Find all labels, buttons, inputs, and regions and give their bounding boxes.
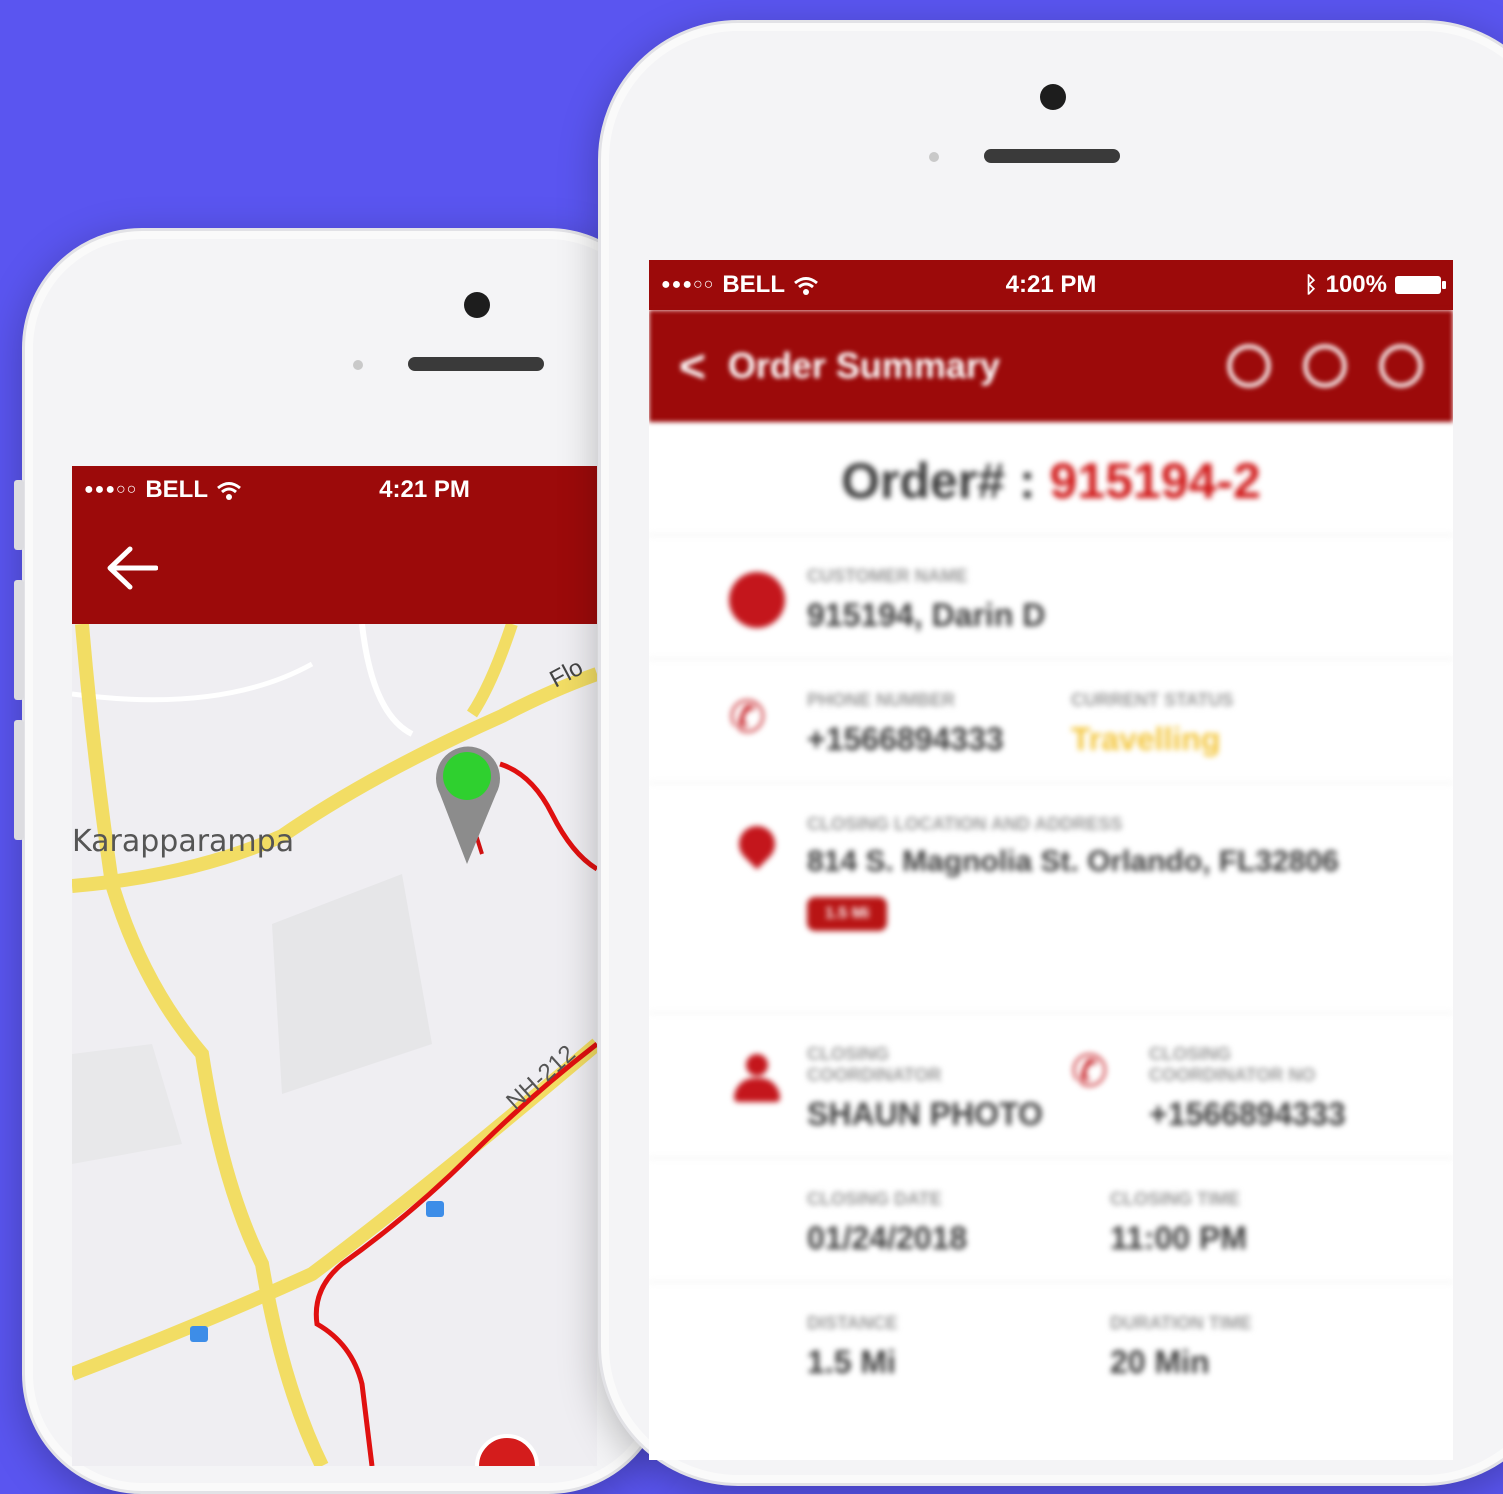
phone-icon[interactable]: ✆ bbox=[729, 696, 785, 752]
left-phone-volume-button bbox=[14, 720, 24, 840]
carrier-name: BELL bbox=[722, 271, 785, 298]
left-phone-sensor bbox=[353, 360, 363, 370]
distance-value: 1.5 Mi bbox=[807, 1344, 896, 1380]
time-value: 11:00 PM bbox=[1110, 1220, 1247, 1256]
order-summary-screen: ●●●○○ BELL 4:21 PM ᛒ 100% < Order Summar… bbox=[649, 260, 1453, 1460]
contact-row: ✆ PHONE NUMBER +1566894333 CURRENT STATU… bbox=[649, 658, 1453, 782]
carrier-name: BELL bbox=[145, 476, 208, 503]
back-chevron-icon[interactable]: < bbox=[679, 339, 706, 393]
schedule-row: CLOSING DATE 01/24/2018 CLOSING TIME 11:… bbox=[649, 1157, 1453, 1281]
left-phone-volume-button bbox=[14, 580, 24, 700]
location-pin-icon bbox=[729, 818, 785, 876]
refresh-icon[interactable] bbox=[1227, 344, 1271, 388]
battery-icon bbox=[1395, 276, 1446, 294]
settings-icon[interactable] bbox=[1379, 344, 1423, 388]
status-value: Travelling bbox=[1071, 721, 1221, 757]
coordinator-phone-label: CLOSING COORDINATOR NO bbox=[1149, 1044, 1316, 1085]
map-screen: ●●●○○ BELL 4:21 PM Karapparampa Flo NH-2… bbox=[72, 466, 597, 1466]
customer-avatar-icon bbox=[729, 572, 785, 628]
wifi-icon bbox=[793, 275, 819, 295]
duration-label: DURATION TIME bbox=[1110, 1313, 1252, 1333]
coordinator-phone-value[interactable]: +1566894333 bbox=[1149, 1096, 1349, 1133]
time-label: CLOSING TIME bbox=[1110, 1189, 1240, 1209]
status-bar: ●●●○○ BELL 4:21 PM ᛒ 100% bbox=[649, 260, 1453, 310]
location-value: 814 S. Magnolia St. Orlando, FL32806 bbox=[807, 845, 1339, 878]
signal-strength-icon: ●●●○○ bbox=[84, 481, 138, 498]
left-phone-camera bbox=[464, 292, 490, 318]
customer-value: 915194, Darin D bbox=[807, 597, 1046, 633]
order-prefix: Order# : bbox=[841, 453, 1036, 509]
phone-label: PHONE NUMBER bbox=[807, 690, 956, 710]
battery-status: ᛒ 100% bbox=[1304, 271, 1446, 299]
customer-label: CUSTOMER NAME bbox=[807, 566, 968, 586]
status-time: 4:21 PM bbox=[379, 476, 470, 503]
left-phone-side-button bbox=[14, 480, 24, 550]
customer-row: CUSTOMER NAME 915194, Darin D bbox=[649, 534, 1453, 658]
order-app-bar: < Order Summary bbox=[649, 310, 1453, 422]
order-heading: Order# : 915194-2 bbox=[649, 422, 1453, 534]
battery-percent: 100% bbox=[1325, 271, 1387, 298]
order-details: Order# : 915194-2 CUSTOMER NAME 915194, … bbox=[649, 422, 1453, 1405]
status-label: CURRENT STATUS bbox=[1071, 690, 1234, 710]
right-phone-camera bbox=[1040, 84, 1066, 110]
distance-label: DISTANCE bbox=[807, 1313, 898, 1333]
distance-row: DISTANCE 1.5 Mi DURATION TIME 20 Min bbox=[649, 1281, 1453, 1405]
right-phone-sensor bbox=[929, 152, 939, 162]
duration-value: 20 Min bbox=[1110, 1344, 1210, 1380]
date-value: 01/24/2018 bbox=[807, 1220, 968, 1256]
coordinator-value: SHAUN PHOTO bbox=[807, 1096, 1043, 1132]
right-phone-speaker bbox=[984, 149, 1120, 163]
order-number: 915194-2 bbox=[1049, 453, 1261, 509]
location-label: CLOSING LOCATION AND ADDRESS bbox=[807, 814, 1123, 834]
app-bar-actions bbox=[1227, 344, 1423, 388]
back-arrow-icon[interactable] bbox=[106, 537, 159, 601]
date-label: CLOSING DATE bbox=[807, 1189, 942, 1209]
map-place-label: Karapparampa bbox=[72, 824, 295, 859]
coordinator-phone-icon[interactable]: ✆ bbox=[1071, 1050, 1127, 1106]
signal-strength-icon: ●●●○○ bbox=[661, 276, 715, 293]
coordinator-row: CLOSING COORDINATOR SHAUN PHOTO ✆ CLOSIN… bbox=[649, 1012, 1453, 1157]
person-icon bbox=[729, 1050, 785, 1106]
coordinator-label: CLOSING COORDINATOR bbox=[807, 1044, 942, 1085]
left-phone-speaker bbox=[408, 357, 544, 371]
phone-value[interactable]: +1566894333 bbox=[807, 721, 1004, 758]
status-bar: ●●●○○ BELL 4:21 PM bbox=[72, 466, 597, 514]
map-app-bar bbox=[72, 514, 597, 624]
wifi-icon bbox=[216, 480, 242, 500]
bluetooth-icon: ᛒ bbox=[1304, 272, 1318, 297]
map-view[interactable]: Karapparampa Flo NH-212 bbox=[72, 622, 597, 1466]
location-tag[interactable]: 1.5 Mi bbox=[807, 897, 888, 931]
app-bar-title: Order Summary bbox=[727, 345, 1000, 386]
location-row: CLOSING LOCATION AND ADDRESS 814 S. Magn… bbox=[649, 782, 1453, 1012]
power-icon[interactable] bbox=[1303, 344, 1347, 388]
